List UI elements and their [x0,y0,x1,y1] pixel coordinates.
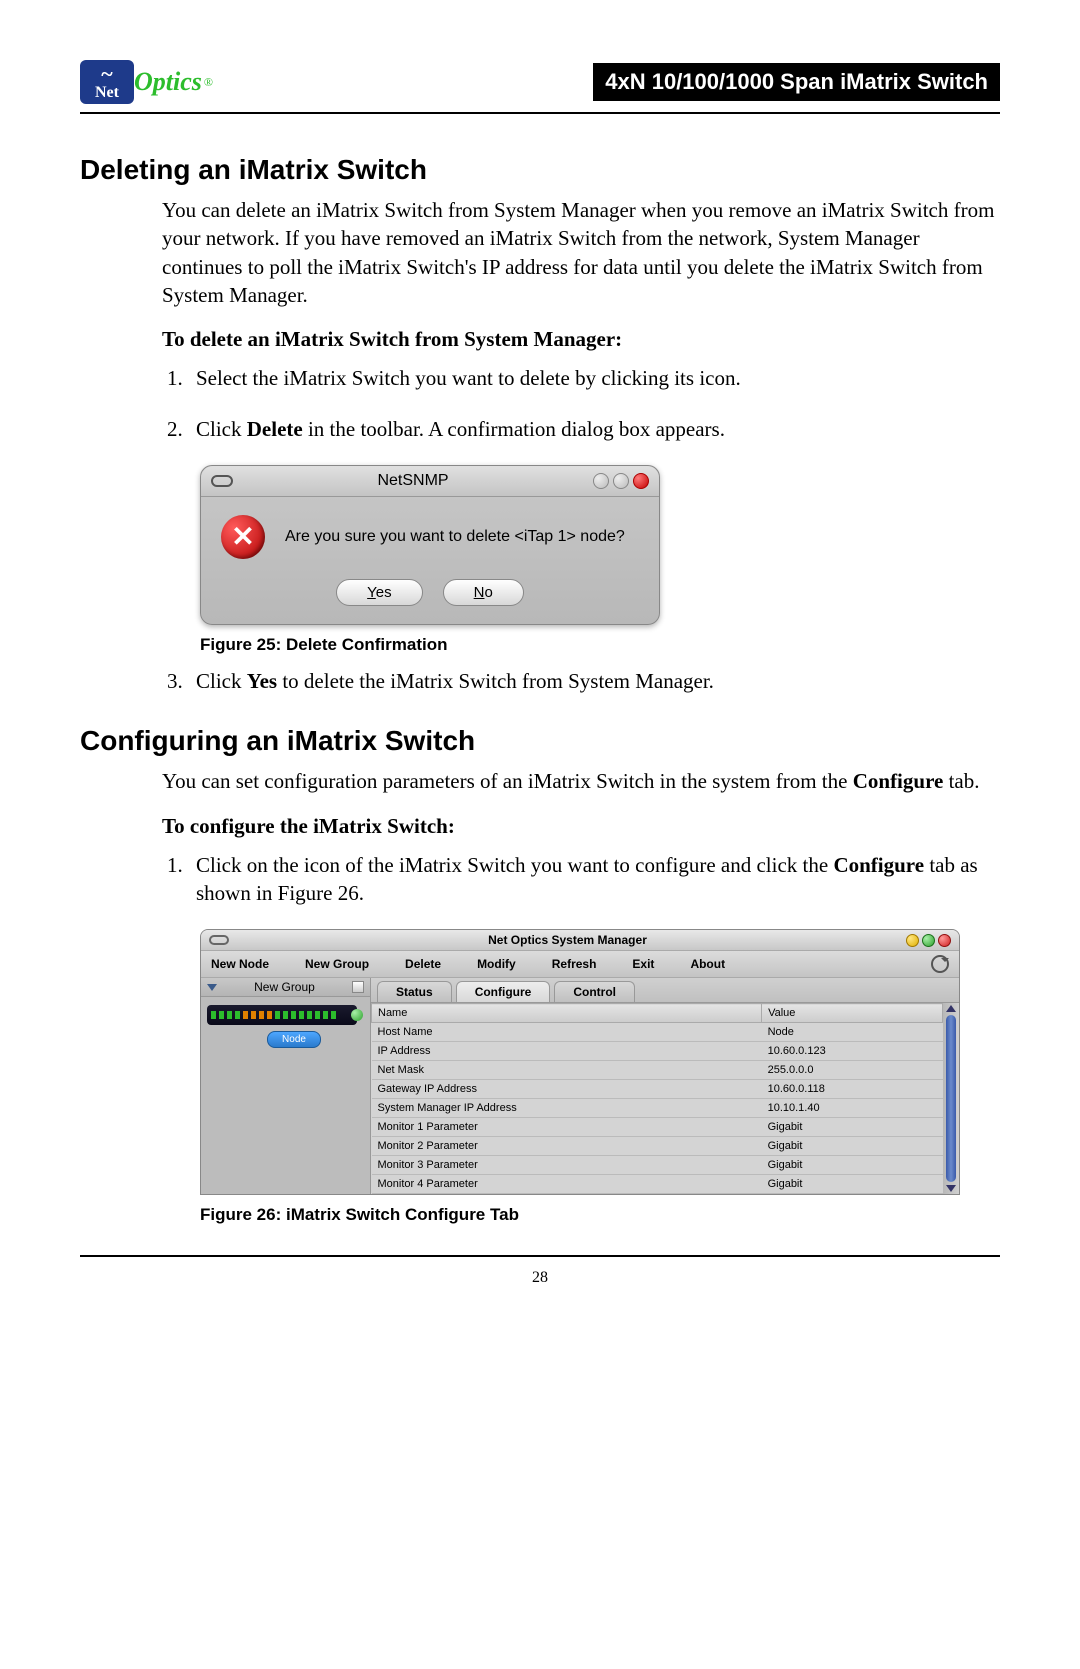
sm-tree-body: Node [201,997,370,1056]
menu-new-group[interactable]: New Group [305,957,369,971]
proc-head-configuring: To configure the iMatrix Switch: [162,814,1000,839]
table-row: Gateway IP Address10.60.0.118 [372,1080,943,1099]
dialog-titlebar: NetSNMP [201,466,659,497]
sm-tree-panel: New Group Node [201,978,371,1194]
dialog-window-buttons [593,473,649,489]
node-label[interactable]: Node [267,1031,321,1048]
scroll-down-icon[interactable] [946,1185,956,1192]
sm-toolbar-items: New Node New Group Delete Modify Refresh… [211,957,725,971]
logo: ~ Net Optics® [80,60,213,104]
steps-configuring: Click on the icon of the iMatrix Switch … [188,851,1000,908]
del-step-1: Select the iMatrix Switch you want to de… [188,364,1000,392]
minimize-icon[interactable] [906,934,919,947]
table-row: Net Mask255.0.0.0 [372,1061,943,1080]
tab-status[interactable]: Status [377,981,452,1002]
logo-registered: ® [204,75,213,90]
close-icon[interactable] [938,934,951,947]
sm-tree-header: New Group [201,978,370,997]
configure-table: Name Value Host NameNode IP Address10.60… [371,1003,943,1194]
table-row: Host NameNode [372,1023,943,1042]
sm-handle-icon [209,935,229,945]
page-number: 28 [80,1269,1000,1287]
close-icon[interactable] [633,473,649,489]
dialog-body: ✕ Are you sure you want to delete <iTap … [201,497,659,565]
menu-exit[interactable]: Exit [632,957,654,971]
logo-net-text: Net [95,85,119,101]
imatrix-device-icon[interactable] [207,1005,357,1025]
tree-group-label[interactable]: New Group [217,980,352,994]
tilde-icon: ~ [101,63,112,85]
figure-26-caption: Figure 26: iMatrix Switch Configure Tab [200,1205,1000,1225]
tab-configure[interactable]: Configure [456,981,551,1002]
dialog-footer: Yes No [201,565,659,624]
status-online-icon [351,1009,363,1021]
heading-deleting: Deleting an iMatrix Switch [80,154,1000,186]
sm-window-buttons [906,934,951,947]
logo-mark: ~ Net [80,60,134,104]
heading-configuring: Configuring an iMatrix Switch [80,725,1000,757]
dialog-handle-icon [211,475,233,487]
menu-new-node[interactable]: New Node [211,957,269,971]
dialog-title-text: NetSNMP [377,472,448,490]
proc-head-deleting: To delete an iMatrix Switch from System … [162,327,1000,352]
page-header: ~ Net Optics® 4xN 10/100/1000 Span iMatr… [80,60,1000,104]
scroll-up-icon[interactable] [946,1005,956,1012]
sm-main-panel: Status Configure Control Name Value Host… [371,978,959,1194]
maximize-icon[interactable] [613,473,629,489]
del-step-2: Click Delete in the toolbar. A confirmat… [188,415,1000,443]
refresh-icon[interactable] [931,955,949,973]
dialog-message: Are you sure you want to delete <iTap 1>… [285,528,625,546]
table-row: Monitor 2 ParameterGigabit [372,1137,943,1156]
sm-body: New Group Node Status Configure Control [201,978,959,1194]
steps-deleting-cont: Click Yes to delete the iMatrix Switch f… [188,667,1000,695]
steps-deleting: Select the iMatrix Switch you want to de… [188,364,1000,443]
sm-title-text: Net Optics System Manager [488,933,647,947]
figure-25-caption: Figure 25: Delete Confirmation [200,635,1000,655]
yes-button[interactable]: Yes [336,579,422,606]
minimize-icon[interactable] [593,473,609,489]
tree-toggle-icon[interactable] [352,981,364,993]
menu-delete[interactable]: Delete [405,957,441,971]
no-button[interactable]: No [443,579,524,606]
maximize-icon[interactable] [922,934,935,947]
col-value-header[interactable]: Value [762,1004,943,1023]
vertical-scrollbar[interactable] [943,1003,959,1194]
table-row: Monitor 4 ParameterGigabit [372,1175,943,1194]
cfg-step-1: Click on the icon of the iMatrix Switch … [188,851,1000,908]
menu-refresh[interactable]: Refresh [552,957,597,971]
sm-table-wrap: Name Value Host NameNode IP Address10.60… [371,1003,959,1194]
sm-toolbar: New Node New Group Delete Modify Refresh… [201,951,959,978]
sm-titlebar: Net Optics System Manager [201,930,959,951]
table-row: System Manager IP Address10.10.1.40 [372,1099,943,1118]
top-rule [80,112,1000,114]
logo-optics-text: Optics [134,67,202,97]
menu-modify[interactable]: Modify [477,957,516,971]
tab-control[interactable]: Control [554,981,635,1002]
sm-tabs: Status Configure Control [371,978,959,1003]
del-step-3: Click Yes to delete the iMatrix Switch f… [188,667,1000,695]
table-row: IP Address10.60.0.123 [372,1042,943,1061]
error-x-icon: ✕ [221,515,265,559]
table-row: Monitor 3 ParameterGigabit [372,1156,943,1175]
title-bar: 4xN 10/100/1000 Span iMatrix Switch [593,63,1000,101]
col-name-header[interactable]: Name [372,1004,762,1023]
intro-deleting: You can delete an iMatrix Switch from Sy… [162,196,1000,309]
table-row: Monitor 1 ParameterGigabit [372,1118,943,1137]
intro-configuring: You can set configuration parameters of … [162,767,1000,795]
bottom-rule [80,1255,1000,1257]
chevron-down-icon[interactable] [207,984,217,991]
delete-confirmation-dialog: NetSNMP ✕ Are you sure you want to delet… [200,465,660,625]
menu-about[interactable]: About [690,957,725,971]
system-manager-window: Net Optics System Manager New Node New G… [200,929,960,1195]
scroll-track[interactable] [946,1015,956,1182]
